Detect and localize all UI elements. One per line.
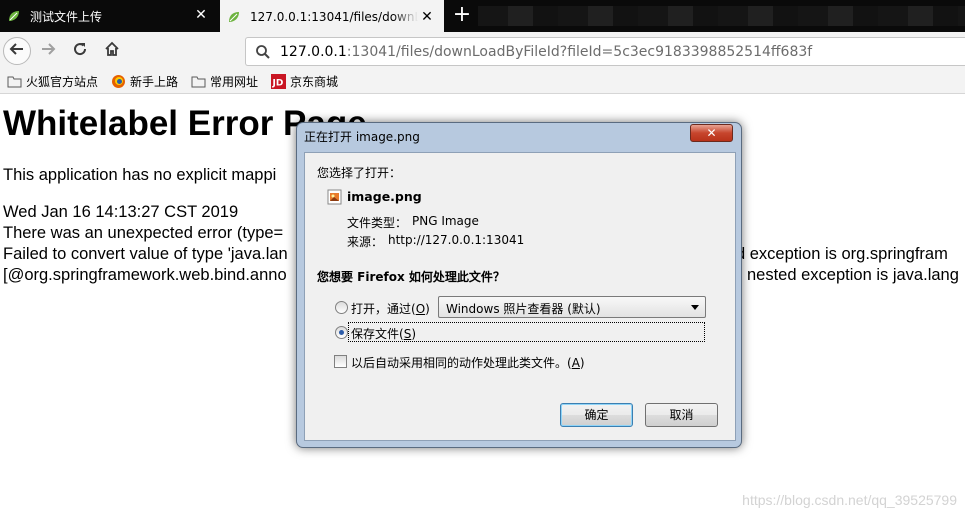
cancel-button[interactable]: 取消 — [645, 403, 718, 427]
remember-choice-checkbox[interactable] — [334, 355, 347, 368]
image-file-icon — [327, 189, 343, 205]
open-with-text: 打开，通过( — [351, 302, 416, 316]
chose-to-open-label: 您选择了打开： — [317, 166, 402, 180]
bookmark-label: 新手上路 — [130, 75, 179, 89]
error-message: Failed to convert value of type 'java.la… — [3, 245, 288, 263]
jd-icon: JD — [270, 74, 286, 90]
home-icon — [104, 41, 120, 61]
error-type: There was an unexpected error (type= — [3, 224, 284, 242]
folder-icon — [190, 74, 206, 90]
forward-arrow-icon — [40, 41, 56, 61]
tab-title: 测试文件上传 — [30, 9, 103, 24]
navigation-toolbar: 127.0.0.1:13041/files/downLoadByFileId?f… — [0, 32, 965, 70]
new-tab-button[interactable]: + — [450, 2, 474, 28]
open-with-label[interactable]: 打开，通过(O) — [351, 300, 430, 317]
bookmark-common-sites[interactable]: 常用网址 — [190, 73, 258, 90]
search-icon — [254, 43, 272, 61]
dialog-close-button[interactable]: ✕ — [690, 124, 733, 142]
forward-button[interactable] — [34, 37, 62, 65]
file-type-label: 文件类型： — [347, 216, 408, 230]
url-text: 127.0.0.1:13041/files/downLoadByFileId?f… — [280, 44, 812, 60]
bookmark-label: 常用网址 — [210, 75, 259, 89]
spring-leaf-icon — [6, 8, 22, 24]
remember-choice-label[interactable]: 以后自动采用相同的动作处理此类文件。(A) — [351, 354, 585, 371]
bookmarks-bar: 火狐官方站点 新手上路 常用网址 JD 京东商城 — [0, 70, 965, 94]
open-with-tail: ) — [425, 302, 430, 316]
remember-tail: ) — [579, 356, 585, 370]
chevron-down-icon — [691, 305, 699, 310]
ok-button[interactable]: 确定 — [560, 403, 633, 427]
tab-title: 127.0.0.1:13041/files/downLoadByFileId?f… — [250, 10, 418, 24]
save-file-text: 保存文件( — [351, 327, 404, 341]
bookmark-firefox-official[interactable]: 火狐官方站点 — [6, 73, 98, 90]
reload-icon — [72, 41, 88, 61]
blurred-tabs — [478, 6, 965, 26]
back-arrow-icon — [9, 41, 25, 61]
tab-download[interactable]: 127.0.0.1:13041/files/downLoadByFileId?f… — [220, 0, 444, 32]
remember-text: 以后自动采用相同的动作处理此类文件。( — [351, 356, 572, 370]
error-message-continued: d exception is org.springfram — [736, 245, 948, 263]
url-bar[interactable]: 127.0.0.1:13041/files/downLoadByFileId?f… — [245, 37, 965, 66]
tab-strip: 测试文件上传 ✕ 127.0.0.1:13041/files/downLoadB… — [0, 0, 965, 32]
tab-close-icon[interactable]: ✕ — [420, 10, 434, 24]
bookmark-jd[interactable]: JD 京东商城 — [270, 73, 338, 90]
url-host: 127.0.0.1 — [280, 43, 347, 60]
save-file-label[interactable]: 保存文件(S) — [351, 325, 416, 342]
back-button[interactable] — [3, 37, 31, 65]
url-path: :13041/files/downLoadByFileId?fileId=5c3… — [346, 43, 813, 60]
file-name: image.png — [347, 189, 422, 204]
dialog-body: 您选择了打开： image.png 文件类型： PNG Image 来源： ht… — [304, 152, 736, 441]
file-type-value: PNG Image — [412, 214, 479, 228]
tab-close-icon[interactable]: ✕ — [194, 8, 208, 22]
source-label: 来源： — [347, 235, 384, 249]
open-with-app-select[interactable]: Windows 照片查看器 (默认) — [438, 296, 706, 318]
open-with-radio[interactable] — [335, 301, 348, 314]
watermark: https://blog.csdn.net/qq_39525799 — [742, 492, 957, 508]
tab-upload-test[interactable]: 测试文件上传 ✕ — [0, 0, 218, 32]
open-with-accesskey: O — [415, 302, 426, 316]
svg-text:JD: JD — [271, 79, 283, 89]
firefox-icon — [110, 74, 126, 90]
error-detail: [@org.springframework.web.bind.anno — [3, 266, 287, 284]
folder-icon — [6, 74, 22, 90]
reload-button[interactable] — [66, 37, 94, 65]
save-file-radio[interactable] — [335, 326, 348, 339]
bookmark-getting-started[interactable]: 新手上路 — [110, 73, 178, 90]
error-detail-continued: nested exception is java.lang — [747, 266, 959, 284]
source-value: http://127.0.0.1:13041 — [388, 233, 525, 247]
selected-app: Windows 照片查看器 (默认) — [446, 302, 601, 316]
open-file-dialog: 正在打开 image.png ✕ 您选择了打开： image.png 文件类型：… — [296, 122, 742, 448]
error-timestamp: Wed Jan 16 14:13:27 CST 2019 — [3, 203, 239, 221]
spring-leaf-icon — [226, 9, 242, 25]
dialog-title: 正在打开 image.png — [304, 130, 420, 144]
dialog-titlebar[interactable]: 正在打开 image.png ✕ — [297, 123, 741, 149]
save-file-tail: ) — [411, 327, 416, 341]
bookmark-label: 火狐官方站点 — [26, 75, 99, 89]
remember-accesskey: A — [571, 356, 580, 370]
home-button[interactable] — [98, 37, 126, 65]
handling-question: 您想要 Firefox 如何处理此文件？ — [317, 270, 505, 284]
bookmark-label: 京东商城 — [290, 75, 339, 89]
error-description: This application has no explicit mappi — [3, 166, 277, 184]
